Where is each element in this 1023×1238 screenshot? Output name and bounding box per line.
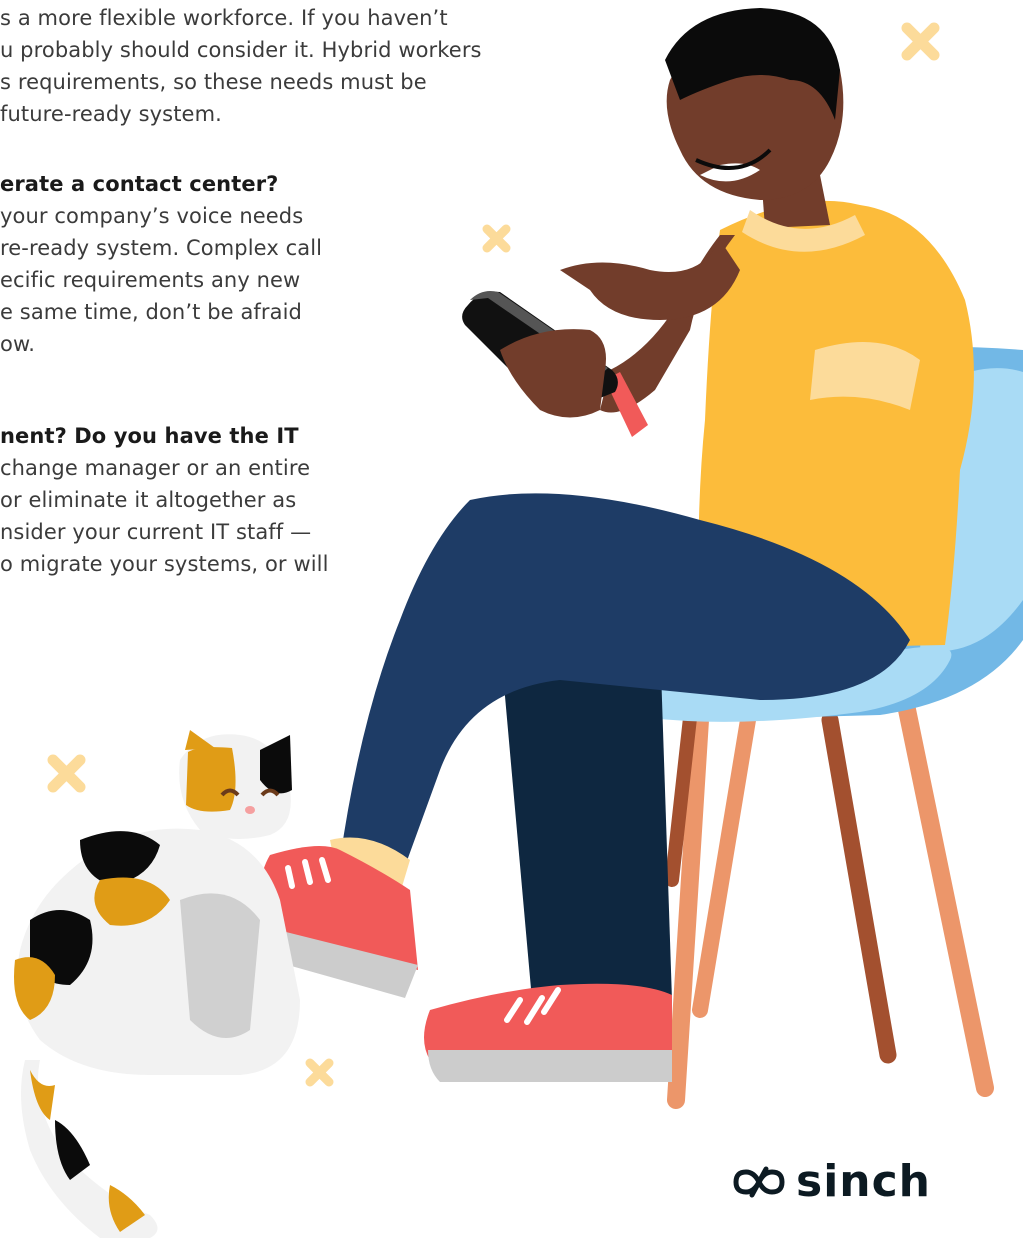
decorative-x-icon — [305, 1058, 334, 1087]
decorative-x-icon — [901, 22, 940, 61]
decorative-x-icon — [47, 754, 86, 793]
chair-legs — [665, 691, 994, 1109]
decorative-x-icon — [482, 224, 511, 253]
cat — [14, 730, 300, 1238]
sinch-logo-icon — [733, 1166, 785, 1198]
hand — [500, 329, 606, 418]
head — [665, 8, 844, 200]
logo-wordmark: sinch — [796, 1156, 932, 1207]
sinch-logo: sinch — [730, 1158, 931, 1206]
illustration — [14, 8, 1023, 1238]
